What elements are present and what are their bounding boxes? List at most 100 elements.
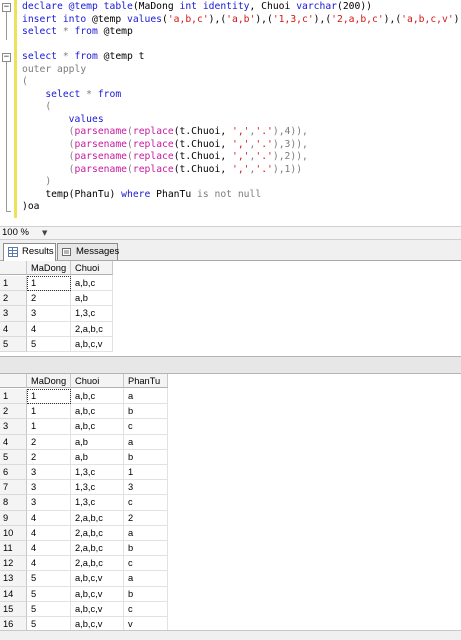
- grid-splitter[interactable]: [0, 356, 461, 374]
- zoom-level[interactable]: 100 %: [2, 227, 29, 239]
- row-number[interactable]: 7: [0, 480, 27, 496]
- code-line[interactable]: declare @temp table(MaDong int identity,…: [22, 1, 372, 14]
- code-line[interactable]: select * from @temp: [22, 26, 133, 39]
- table-cell[interactable]: 1: [128, 465, 166, 479]
- row-number[interactable]: 2: [0, 404, 27, 420]
- collapse-icon[interactable]: −: [2, 3, 11, 12]
- row-number[interactable]: 5: [0, 449, 27, 465]
- chevron-down-icon[interactable]: ▼: [42, 230, 50, 237]
- code-line[interactable]: insert into @temp values('a,b,c'),('a,b'…: [22, 14, 460, 27]
- table-cell[interactable]: a: [128, 571, 166, 585]
- row-number[interactable]: 4: [0, 321, 27, 337]
- code-line[interactable]: values: [22, 114, 104, 127]
- table-cell[interactable]: a,b: [75, 450, 122, 464]
- table-cell[interactable]: a,b: [75, 291, 111, 305]
- row-number[interactable]: 1: [0, 276, 27, 292]
- table-cell[interactable]: a: [128, 435, 166, 449]
- code-line[interactable]: (parsename(replace(t.Chuoi, ',','.'),1)): [22, 164, 302, 177]
- table-cell[interactable]: a,b,c,v: [75, 337, 111, 351]
- result-grid-2[interactable]: MaDong Chuoi PhanTu 1 1 a,b,c a 2 1 a,b,c b 3 1 a,b,c…: [0, 374, 461, 633]
- table-cell[interactable]: 3: [31, 495, 69, 509]
- table-cell[interactable]: 5: [31, 587, 69, 601]
- table-cell[interactable]: 2,a,b,c: [75, 556, 122, 570]
- table-cell[interactable]: 1: [31, 419, 69, 433]
- table-cell[interactable]: 2: [31, 450, 69, 464]
- column-header[interactable]: MaDong: [27, 374, 71, 388]
- table-cell[interactable]: a,b,c: [75, 276, 111, 290]
- table-cell[interactable]: c: [128, 495, 166, 509]
- table-cell[interactable]: b: [128, 404, 166, 418]
- code-line[interactable]: select * from: [22, 89, 121, 102]
- table-cell[interactable]: a,b,c: [75, 389, 122, 403]
- collapse-icon[interactable]: −: [2, 53, 11, 62]
- table-cell[interactable]: 5: [31, 337, 69, 351]
- row-number[interactable]: 3: [0, 419, 27, 435]
- table-cell[interactable]: 2: [31, 291, 69, 305]
- table-cell[interactable]: a,b,c,v: [75, 571, 122, 585]
- code-line[interactable]: (parsename(replace(t.Chuoi, ',','.'),4))…: [22, 126, 308, 139]
- selected-cell[interactable]: [27, 389, 71, 405]
- code-line[interactable]: (parsename(replace(t.Chuoi, ',','.'),2))…: [22, 151, 308, 164]
- code-line[interactable]: (: [22, 76, 28, 89]
- column-header[interactable]: MaDong: [27, 261, 71, 275]
- table-cell[interactable]: a,b,c,v: [75, 587, 122, 601]
- table-cell[interactable]: v: [128, 617, 166, 631]
- column-header[interactable]: Chuoi: [71, 261, 113, 275]
- table-cell[interactable]: b: [128, 541, 166, 555]
- table-cell[interactable]: 3: [31, 465, 69, 479]
- table-cell[interactable]: a: [128, 526, 166, 540]
- table-cell[interactable]: 1: [31, 404, 69, 418]
- table-cell[interactable]: c: [128, 556, 166, 570]
- code-line[interactable]: (parsename(replace(t.Chuoi, ',','.'),3))…: [22, 139, 308, 152]
- table-cell[interactable]: a,b,c: [75, 419, 122, 433]
- row-number[interactable]: 6: [0, 465, 27, 481]
- table-cell[interactable]: b: [128, 587, 166, 601]
- table-cell[interactable]: 3: [31, 306, 69, 320]
- row-number[interactable]: 5: [0, 336, 27, 352]
- row-number[interactable]: 11: [0, 541, 27, 557]
- table-cell[interactable]: a,b,c,v: [75, 602, 122, 616]
- result-grid-1[interactable]: MaDong Chuoi 1 1 a,b,c 2 2 a,b 3 3 1,3,c 4 4 2,a,b,c 5…: [0, 261, 461, 356]
- table-cell[interactable]: 5: [31, 617, 69, 631]
- row-number[interactable]: 15: [0, 601, 27, 617]
- table-cell[interactable]: a,b: [75, 435, 122, 449]
- table-cell[interactable]: 2,a,b,c: [75, 511, 122, 525]
- row-number[interactable]: 13: [0, 571, 27, 587]
- row-number[interactable]: 2: [0, 291, 27, 307]
- table-cell[interactable]: 5: [31, 571, 69, 585]
- table-cell[interactable]: 1,3,c: [75, 465, 122, 479]
- table-cell[interactable]: 1,3,c: [75, 480, 122, 494]
- tab-messages[interactable]: Messages: [57, 243, 119, 260]
- grid-corner[interactable]: [0, 261, 27, 275]
- table-cell[interactable]: 2,a,b,c: [75, 541, 122, 555]
- table-cell[interactable]: 2: [31, 435, 69, 449]
- code-line[interactable]: temp(PhanTu) where PhanTu is not null: [22, 189, 261, 202]
- code-line[interactable]: select * from @temp t: [22, 51, 145, 64]
- row-number[interactable]: 12: [0, 556, 27, 572]
- tab-results[interactable]: Results: [3, 243, 56, 261]
- column-header[interactable]: Chuoi: [71, 374, 124, 388]
- table-cell[interactable]: 2,a,b,c: [75, 526, 122, 540]
- table-cell[interactable]: b: [128, 450, 166, 464]
- row-number[interactable]: 9: [0, 510, 27, 526]
- table-cell[interactable]: 3: [128, 480, 166, 494]
- scrollbar-horizontal[interactable]: [0, 630, 461, 640]
- table-cell[interactable]: 5: [31, 602, 69, 616]
- row-number[interactable]: 8: [0, 495, 27, 511]
- code-line[interactable]: )oa: [22, 201, 40, 214]
- code-line[interactable]: ): [22, 176, 51, 189]
- column-header[interactable]: PhanTu: [124, 374, 168, 388]
- table-cell[interactable]: 2,a,b,c: [75, 322, 111, 336]
- table-cell[interactable]: 3: [31, 480, 69, 494]
- code-line[interactable]: outer apply: [22, 64, 86, 77]
- table-cell[interactable]: 2: [128, 511, 166, 525]
- table-cell[interactable]: 4: [31, 556, 69, 570]
- row-number[interactable]: 4: [0, 434, 27, 450]
- table-cell[interactable]: 4: [31, 322, 69, 336]
- sql-editor[interactable]: − − declare @temp table(MaDong int ident…: [0, 0, 461, 226]
- table-cell[interactable]: 1,3,c: [75, 495, 122, 509]
- table-cell[interactable]: c: [128, 602, 166, 616]
- table-cell[interactable]: a: [128, 389, 166, 403]
- table-cell[interactable]: 1,3,c: [75, 306, 111, 320]
- table-cell[interactable]: a,b,c,v: [75, 617, 122, 631]
